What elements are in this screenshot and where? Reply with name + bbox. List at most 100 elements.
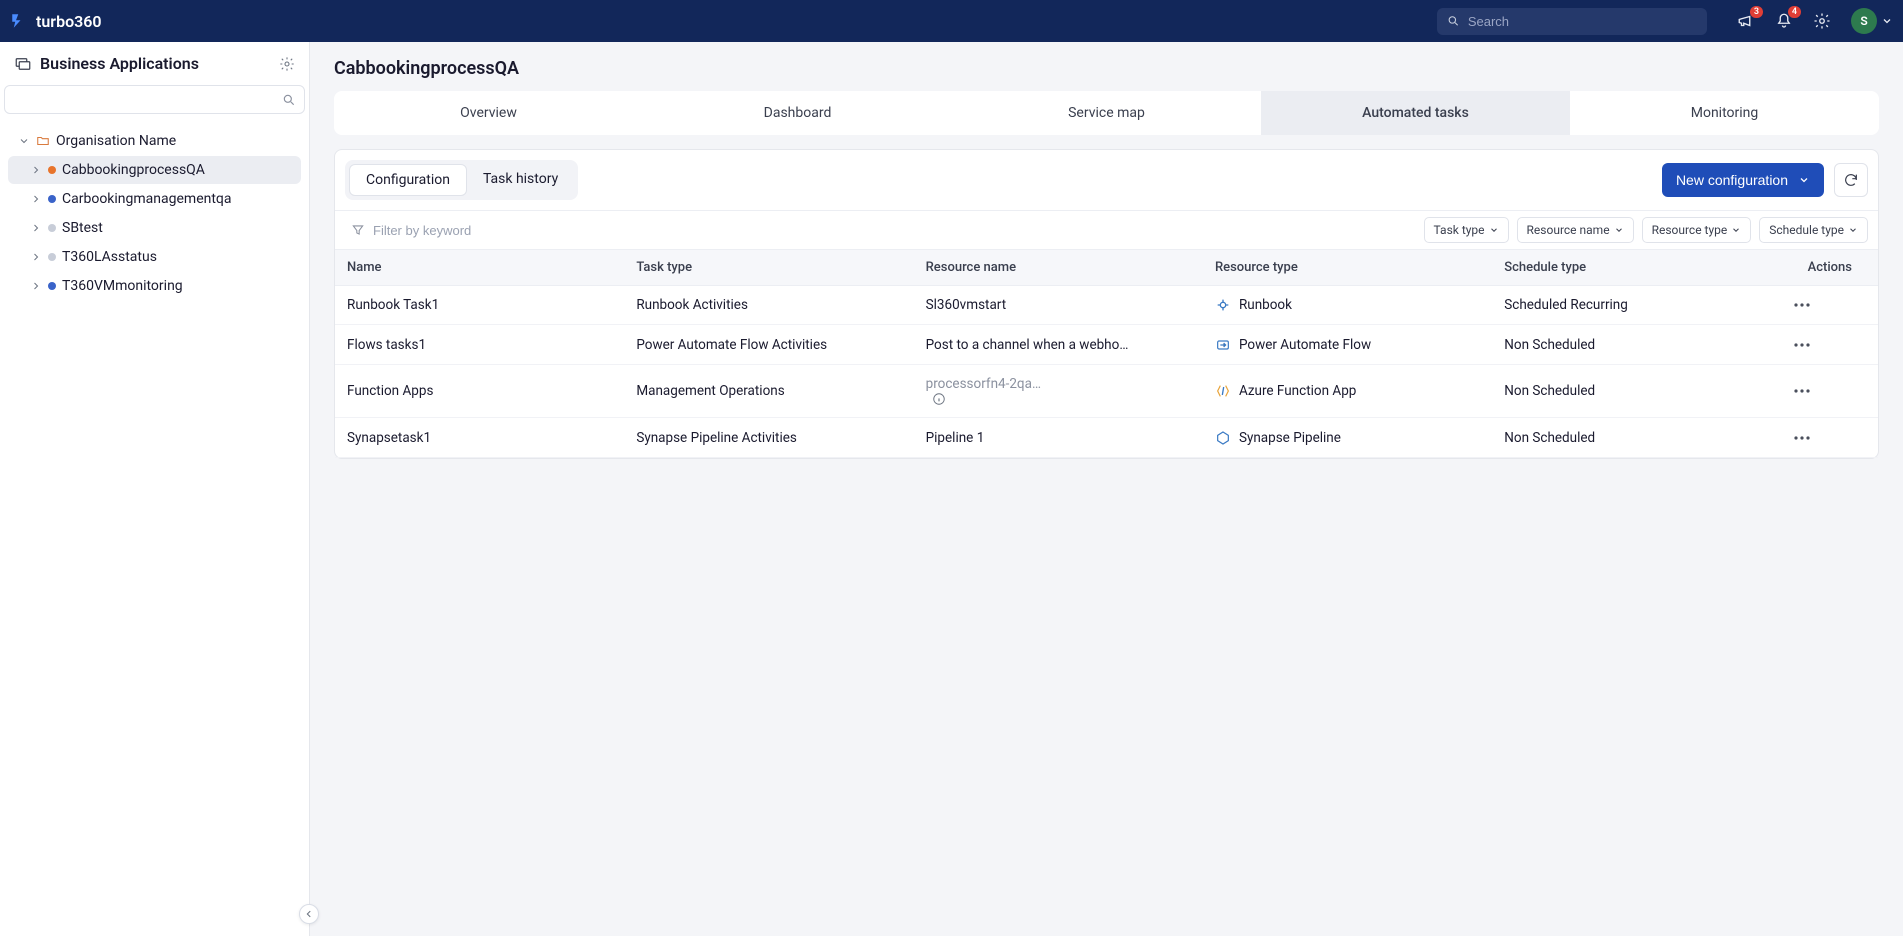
chevron-down-icon bbox=[1731, 225, 1741, 235]
chevron-down-icon bbox=[1848, 225, 1858, 235]
refresh-button[interactable] bbox=[1834, 163, 1868, 197]
cell-name: Flows tasks1 bbox=[335, 325, 624, 364]
settings-button[interactable] bbox=[1813, 12, 1831, 30]
new-configuration-button[interactable]: New configuration bbox=[1662, 163, 1824, 197]
cell-resource-type: Runbook bbox=[1203, 286, 1492, 325]
table-row[interactable]: Function Apps Management Operations proc… bbox=[335, 364, 1878, 417]
sidebar-item-label: SBtest bbox=[62, 220, 103, 236]
nav-tab[interactable]: Overview bbox=[334, 91, 643, 135]
sidebar-item[interactable]: CabbookingprocessQA bbox=[8, 156, 301, 184]
filter-input[interactable] bbox=[373, 223, 1410, 238]
sidebar-item[interactable]: T360LAsstatus bbox=[8, 243, 301, 271]
gear-icon bbox=[1813, 12, 1831, 30]
cell-schedule: Scheduled Recurring bbox=[1492, 286, 1781, 325]
brand-name: turbo360 bbox=[36, 12, 102, 31]
sidebar-item-label: Carbookingmanagementqa bbox=[62, 191, 232, 207]
chevron-left-icon bbox=[304, 909, 314, 919]
table-row[interactable]: Flows tasks1 Power Automate Flow Activit… bbox=[335, 325, 1878, 364]
table-row[interactable]: Synapsetask1 Synapse Pipeline Activities… bbox=[335, 418, 1878, 457]
sidebar-tree: Organisation Name CabbookingprocessQA Ca… bbox=[0, 122, 309, 305]
cell-resource-type: Azure Function App bbox=[1203, 364, 1492, 417]
cell-task-type: Runbook Activities bbox=[624, 286, 913, 325]
nav-tab[interactable]: Monitoring bbox=[1570, 91, 1879, 135]
cell-resource-type: Synapse Pipeline bbox=[1203, 418, 1492, 457]
cell-resource-name: Pipeline 1 bbox=[914, 418, 1203, 457]
row-actions-button[interactable] bbox=[1782, 286, 1878, 325]
status-dot bbox=[48, 253, 56, 261]
cell-name: Synapsetask1 bbox=[335, 418, 624, 457]
global-search[interactable] bbox=[1437, 8, 1707, 35]
col-resource-name[interactable]: Resource name bbox=[914, 250, 1203, 286]
cell-resource-name: processorfn4-2qa… bbox=[914, 364, 1203, 417]
sidebar-item[interactable]: SBtest bbox=[8, 214, 301, 242]
announcements-badge: 3 bbox=[1750, 6, 1763, 18]
col-actions: Actions bbox=[1782, 250, 1878, 286]
cell-task-type: Power Automate Flow Activities bbox=[624, 325, 913, 364]
tasks-table: Name Task type Resource name Resource ty… bbox=[335, 249, 1878, 458]
col-schedule-type[interactable]: Schedule type bbox=[1492, 250, 1781, 286]
nav-tabs: OverviewDashboardService mapAutomated ta… bbox=[334, 91, 1879, 135]
sidebar-search-input[interactable] bbox=[13, 92, 282, 107]
chevron-right-icon bbox=[30, 280, 42, 292]
filter-chip[interactable]: Schedule type bbox=[1759, 217, 1868, 243]
cell-task-type: Synapse Pipeline Activities bbox=[624, 418, 913, 457]
sidebar-item[interactable]: Carbookingmanagementqa bbox=[8, 185, 301, 213]
col-name[interactable]: Name bbox=[335, 250, 624, 286]
nav-tab[interactable]: Dashboard bbox=[643, 91, 952, 135]
sidebar-settings-icon[interactable] bbox=[279, 56, 295, 72]
main-content: CabbookingprocessQA OverviewDashboardSer… bbox=[310, 42, 1903, 936]
filter-chip[interactable]: Resource name bbox=[1517, 217, 1634, 243]
logo-icon bbox=[10, 12, 28, 30]
chevron-down-icon bbox=[1614, 225, 1624, 235]
chevron-right-icon bbox=[30, 164, 42, 176]
subtab[interactable]: Configuration bbox=[349, 164, 467, 196]
table-row[interactable]: Runbook Task1 Runbook Activities Sl360vm… bbox=[335, 286, 1878, 325]
filter-chip[interactable]: Resource type bbox=[1642, 217, 1752, 243]
chevron-down-icon bbox=[18, 135, 30, 147]
row-actions-button[interactable] bbox=[1782, 325, 1878, 364]
sidebar-item[interactable]: T360VMmonitoring bbox=[8, 272, 301, 300]
filter-input-wrap[interactable] bbox=[345, 219, 1416, 242]
col-task-type[interactable]: Task type bbox=[624, 250, 913, 286]
more-horizontal-icon bbox=[1794, 436, 1810, 440]
announcements-button[interactable]: 3 bbox=[1737, 12, 1755, 30]
cell-name: Function Apps bbox=[335, 364, 624, 417]
more-horizontal-icon bbox=[1794, 389, 1810, 393]
sidebar-item-label: T360LAsstatus bbox=[62, 249, 157, 265]
folder-icon bbox=[36, 134, 50, 148]
more-horizontal-icon bbox=[1794, 343, 1810, 347]
subtab-group: ConfigurationTask history bbox=[345, 160, 578, 200]
col-resource-type[interactable]: Resource type bbox=[1203, 250, 1492, 286]
sidebar: Business Applications Organisation Name … bbox=[0, 42, 310, 936]
search-icon bbox=[1447, 14, 1460, 28]
cell-resource-name: Sl360vmstart bbox=[914, 286, 1203, 325]
status-dot bbox=[48, 166, 56, 174]
user-menu[interactable]: S bbox=[1851, 8, 1893, 34]
nav-tab[interactable]: Automated tasks bbox=[1261, 91, 1570, 135]
status-dot bbox=[48, 224, 56, 232]
cell-schedule: Non Scheduled bbox=[1492, 325, 1781, 364]
nav-tab[interactable]: Service map bbox=[952, 91, 1261, 135]
brand-logo[interactable]: turbo360 bbox=[10, 12, 102, 31]
chevron-right-icon bbox=[30, 222, 42, 234]
more-horizontal-icon bbox=[1794, 303, 1810, 307]
filter-icon bbox=[351, 223, 365, 237]
row-actions-button[interactable] bbox=[1782, 418, 1878, 457]
page-title: CabbookingprocessQA bbox=[310, 42, 1903, 91]
search-icon bbox=[282, 93, 296, 107]
subtab[interactable]: Task history bbox=[467, 164, 574, 196]
sidebar-collapse-button[interactable] bbox=[299, 904, 319, 924]
tree-root[interactable]: Organisation Name bbox=[8, 127, 301, 155]
row-actions-button[interactable] bbox=[1782, 364, 1878, 417]
sidebar-item-label: CabbookingprocessQA bbox=[62, 162, 205, 178]
global-search-input[interactable] bbox=[1468, 14, 1697, 29]
filter-chip[interactable]: Task type bbox=[1424, 217, 1509, 243]
chevron-right-icon bbox=[30, 193, 42, 205]
notifications-button[interactable]: 4 bbox=[1775, 12, 1793, 30]
topbar: turbo360 3 4 S bbox=[0, 0, 1903, 42]
cell-schedule: Non Scheduled bbox=[1492, 418, 1781, 457]
apps-icon bbox=[14, 55, 32, 73]
cell-task-type: Management Operations bbox=[624, 364, 913, 417]
sidebar-search[interactable] bbox=[4, 85, 305, 114]
chevron-down-icon bbox=[1489, 225, 1499, 235]
